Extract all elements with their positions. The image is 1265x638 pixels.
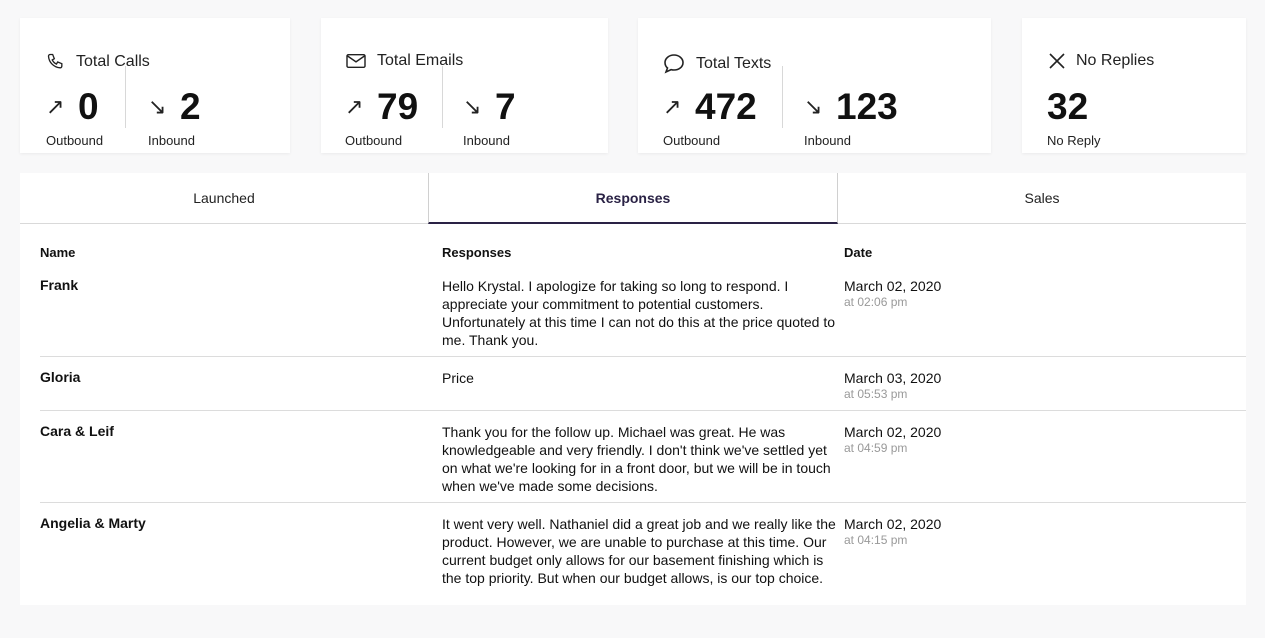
- row-response: Thank you for the follow up. Michael was…: [442, 424, 831, 494]
- row-response: Hello Krystal. I apologize for taking so…: [442, 278, 836, 348]
- inbound-arrow-icon: ↘: [463, 93, 482, 119]
- row-time: at 04:59 pm: [844, 441, 908, 455]
- row-date: March 02, 2020 at 02:06 pm: [844, 277, 941, 309]
- no-reply-value: 32: [1047, 86, 1089, 127]
- outbound-arrow-icon: ↗: [663, 93, 682, 119]
- texts-inbound-value: 123: [836, 86, 898, 127]
- calls-inbound-metric: ↘ 2 Inbound: [148, 88, 201, 148]
- divider: [782, 66, 783, 128]
- calls-outbound-metric: ↗ 0 Outbound: [46, 88, 103, 148]
- row-date-value: March 02, 2020: [844, 516, 942, 532]
- total-emails-label: Total Emails: [377, 52, 464, 69]
- texts-outbound-label: Outbound: [663, 133, 721, 148]
- table-row[interactable]: Gloria Price March 03, 2020 at 05:53 pm: [40, 369, 1246, 411]
- emails-inbound-value: 7: [495, 86, 516, 127]
- divider: [442, 66, 443, 128]
- inbound-arrow-icon: ↘: [148, 93, 167, 119]
- row-date-value: March 02, 2020: [844, 424, 942, 440]
- row-name: Frank: [40, 277, 79, 293]
- tab-sales[interactable]: Sales: [838, 173, 1246, 223]
- row-response: Price: [442, 370, 474, 386]
- row-time: at 04:15 pm: [844, 533, 908, 547]
- close-icon: [1048, 52, 1066, 70]
- envelope-icon: [345, 52, 367, 70]
- outbound-arrow-icon: ↗: [46, 93, 65, 119]
- row-date-value: March 03, 2020: [844, 370, 942, 386]
- total-calls-card: Total Calls ↗ 0 Outbound ↘ 2 Inbound: [20, 18, 290, 153]
- emails-outbound-metric: ↗ 79 Outbound: [345, 88, 418, 148]
- total-calls-label: Total Calls: [76, 53, 150, 70]
- chat-bubble-icon: [662, 52, 686, 76]
- row-time: at 02:06 pm: [844, 295, 908, 309]
- calls-outbound-label: Outbound: [46, 133, 104, 148]
- row-response: It went very well. Nathaniel did a great…: [442, 516, 836, 586]
- row-date-value: March 02, 2020: [844, 278, 942, 294]
- column-header-date: Date: [844, 245, 873, 260]
- total-texts-label: Total Texts: [696, 55, 772, 72]
- emails-inbound-label: Inbound: [463, 133, 510, 148]
- calls-inbound-label: Inbound: [148, 133, 195, 148]
- total-texts-card: Total Texts ↗ 472 Outbound ↘ 123 Inbound: [638, 18, 991, 153]
- total-emails-card: Total Emails ↗ 79 Outbound ↘ 7 Inbound: [321, 18, 608, 153]
- row-time: at 05:53 pm: [844, 387, 908, 401]
- texts-inbound-metric: ↘ 123 Inbound: [804, 88, 898, 148]
- outbound-arrow-icon: ↗: [345, 93, 364, 119]
- table-row[interactable]: Angelia & Marty It went very well. Natha…: [40, 515, 1246, 605]
- row-name: Cara & Leif: [40, 423, 114, 439]
- row-name: Angelia & Marty: [40, 515, 146, 531]
- tab-launched[interactable]: Launched: [20, 173, 428, 223]
- calls-outbound-value: 0: [78, 86, 99, 127]
- no-replies-title: No Replies: [1048, 52, 1154, 70]
- tab-bar: Launched Responses Sales: [20, 173, 1246, 224]
- no-replies-label: No Replies: [1076, 52, 1155, 69]
- emails-inbound-metric: ↘ 7 Inbound: [463, 88, 516, 148]
- table-row[interactable]: Cara & Leif Thank you for the follow up.…: [40, 423, 1246, 503]
- total-texts-title: Total Texts: [662, 52, 771, 76]
- total-emails-title: Total Emails: [345, 52, 463, 70]
- no-reply-metric: 32 No Reply: [1047, 88, 1100, 148]
- texts-outbound-value: 472: [695, 86, 757, 127]
- total-calls-title: Total Calls: [46, 52, 150, 72]
- no-reply-label: No Reply: [1047, 133, 1101, 148]
- phone-icon: [46, 52, 66, 72]
- texts-inbound-label: Inbound: [804, 133, 851, 148]
- table-row[interactable]: Frank Hello Krystal. I apologize for tak…: [40, 277, 1246, 357]
- responses-panel: Launched Responses Sales Name Responses …: [20, 173, 1246, 605]
- tab-responses[interactable]: Responses: [428, 173, 838, 224]
- inbound-arrow-icon: ↘: [804, 93, 823, 119]
- column-header-responses: Responses: [442, 245, 512, 260]
- column-header-name: Name: [40, 245, 76, 260]
- texts-outbound-metric: ↗ 472 Outbound: [663, 88, 757, 148]
- emails-outbound-value: 79: [377, 86, 419, 127]
- row-date: March 02, 2020 at 04:59 pm: [844, 423, 941, 455]
- row-date: March 03, 2020 at 05:53 pm: [844, 369, 941, 401]
- divider: [125, 66, 126, 128]
- no-replies-card: No Replies 32 No Reply: [1022, 18, 1246, 153]
- emails-outbound-label: Outbound: [345, 133, 403, 148]
- calls-inbound-value: 2: [180, 86, 201, 127]
- row-name: Gloria: [40, 369, 81, 385]
- row-date: March 02, 2020 at 04:15 pm: [844, 515, 941, 547]
